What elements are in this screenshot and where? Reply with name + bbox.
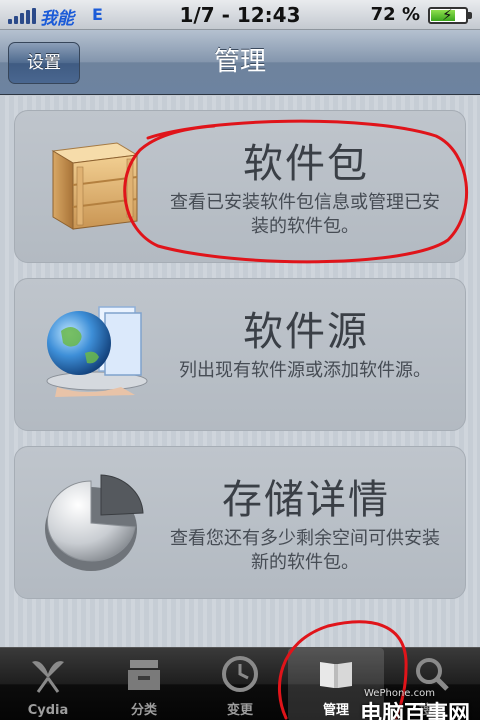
card-title: 存储详情 [222, 477, 390, 523]
charging-bolt-icon: ⚡ [442, 6, 453, 24]
status-bar: 我能 E 1/7 - 12:43 72 % ⚡ [0, 0, 480, 30]
pie-chart-icon [45, 474, 144, 571]
navigation-bar: 设置 管理 [0, 30, 480, 95]
globe-folder-icon [46, 306, 148, 397]
card-description: 查看您还有多少剩余空间可供安装新的软件包。 [170, 528, 440, 573]
cydia-icon [32, 661, 64, 693]
package-box-icon [51, 142, 139, 230]
battery-icon: ⚡ [428, 6, 472, 24]
card-description: 查看已安装软件包信息或管理已安装的软件包。 [170, 192, 440, 237]
battery-percent: 72 % [370, 4, 420, 25]
card-description: 列出现有软件源或添加软件源。 [179, 360, 431, 381]
packages-card[interactable]: 软件包 查看已安装软件包信息或管理已安装的软件包。 [14, 110, 466, 263]
tab-label: 变更 [226, 703, 253, 718]
sections-box-icon [128, 660, 160, 690]
watermark-logo: WePhone.com 电脑百事网 [276, 680, 476, 720]
clock-icon [222, 656, 258, 692]
sources-card[interactable]: 软件源 列出现有软件源或添加软件源。 [14, 278, 466, 431]
tab-label: 分类 [130, 703, 157, 718]
tab-changes[interactable]: 变更 [192, 648, 288, 720]
watermark-brand: 电脑百事网 [360, 702, 471, 720]
storage-card[interactable]: 存储详情 查看您还有多少剩余空间可供安装新的软件包。 [14, 446, 466, 599]
page-title: 管理 [213, 47, 266, 77]
tab-label: Cydia [27, 703, 69, 718]
card-title: 软件包 [243, 141, 369, 187]
tab-cydia[interactable]: Cydia [0, 648, 96, 720]
manage-content: 软件包 查看已安装软件包信息或管理已安装的软件包。 软件源 列出现有软件源或添加… [0, 96, 480, 647]
tab-sections[interactable]: 分类 [96, 648, 192, 720]
card-title: 软件源 [243, 309, 369, 355]
